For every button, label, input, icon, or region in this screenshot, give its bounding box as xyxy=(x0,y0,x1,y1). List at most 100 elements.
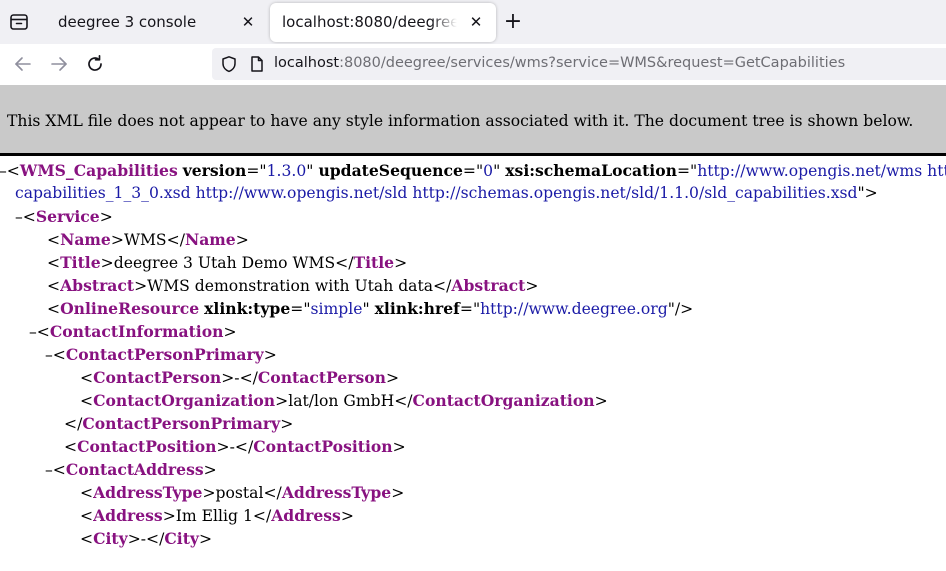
xml-tag-name: City xyxy=(93,529,128,548)
xml-document-tree: –<WMS_Capabilities version="1.3.0" updat… xyxy=(0,159,946,571)
collapse-toggle[interactable]: – xyxy=(0,162,7,180)
xml-punctuation: > xyxy=(203,461,217,479)
xml-line: –<ContactInformation> xyxy=(29,320,237,343)
tabs-list-icon[interactable] xyxy=(8,11,30,33)
close-tab-icon[interactable]: ✕ xyxy=(466,12,486,32)
xml-line: –<WMS_Capabilities version="1.3.0" updat… xyxy=(0,159,946,182)
xml-line: –<ContactAddress> xyxy=(45,458,217,481)
xml-punctuation: > xyxy=(162,507,176,525)
xml-punctuation: </ xyxy=(166,231,185,249)
xml-text-content: lat/lon GmbH xyxy=(288,392,395,410)
forward-arrow-icon[interactable] xyxy=(48,53,70,75)
xml-punctuation: < xyxy=(6,162,20,180)
reload-icon[interactable] xyxy=(84,53,106,75)
tab-deegree-console[interactable]: deegree 3 console ✕ xyxy=(42,0,268,44)
xml-tag-name: ContactOrganization xyxy=(93,391,276,410)
tab-title: localhost:8080/deegree/services/wms?serv… xyxy=(282,13,457,31)
xml-punctuation: " xyxy=(362,300,370,318)
xml-punctuation: </ xyxy=(335,254,354,272)
xml-line: <Abstract>WMS demonstration with Utah da… xyxy=(47,274,538,297)
close-tab-icon[interactable]: ✕ xyxy=(238,12,258,32)
xml-tag-name: City xyxy=(164,529,199,548)
xml-punctuation: < xyxy=(80,392,94,410)
collapse-toggle[interactable]: – xyxy=(29,323,37,341)
xml-line: <Title>deegree 3 Utah Demo WMS</Title> xyxy=(47,251,407,274)
xml-attribute-name: version xyxy=(182,161,247,180)
xml-attribute-value: http://www.opengis.net/wms http://schema… xyxy=(697,162,946,180)
xml-punctuation: </ xyxy=(234,438,254,456)
xml-tag-name: OnlineResource xyxy=(60,299,200,318)
xml-punctuation: =" xyxy=(246,162,267,180)
xml-punctuation: < xyxy=(47,231,61,249)
xml-punctuation: < xyxy=(47,277,61,295)
xml-tag-name: ContactPosition xyxy=(253,437,393,456)
tab-strip: deegree 3 console ✕ localhost:8080/deegr… xyxy=(0,0,946,44)
xml-punctuation: =" xyxy=(290,300,311,318)
xml-line: </ContactPersonPrimary> xyxy=(64,412,293,435)
back-arrow-icon[interactable] xyxy=(12,53,34,75)
xml-text-content: WMS demonstration with Utah data xyxy=(147,277,434,295)
xml-tag-name: ContactPersonPrimary xyxy=(65,345,264,364)
xml-punctuation: </ xyxy=(239,369,258,387)
xml-attribute-value: http://www.deegree.org xyxy=(480,300,668,318)
xml-attribute-value: simple xyxy=(310,300,363,318)
xml-punctuation: < xyxy=(80,530,94,548)
xml-punctuation: < xyxy=(22,208,36,226)
xml-punctuation: > xyxy=(202,484,216,502)
xml-punctuation: < xyxy=(47,254,61,272)
xml-punctuation: < xyxy=(47,300,61,318)
xml-line: <AddressType>postal</AddressType> xyxy=(80,481,404,504)
xml-attribute-name: updateSequence xyxy=(318,161,463,180)
collapse-toggle[interactable]: – xyxy=(45,346,53,364)
xml-punctuation: =" xyxy=(459,300,481,318)
xml-punctuation: < xyxy=(80,369,94,387)
xml-punctuation: > xyxy=(594,392,608,410)
xml-line: –<ContactPersonPrimary> xyxy=(45,343,277,366)
xml-punctuation: > xyxy=(280,415,294,433)
xml-tag-name: WMS_Capabilities xyxy=(19,161,178,180)
notice-text: This XML file does not appear to have an… xyxy=(7,112,914,130)
tab-capabilities[interactable]: localhost:8080/deegree/services/wms?serv… xyxy=(270,3,496,42)
xml-punctuation: > xyxy=(127,530,141,548)
xml-tag-name: AddressType xyxy=(93,483,203,502)
xml-tag-name: Address xyxy=(93,506,163,525)
xml-punctuation: < xyxy=(52,461,66,479)
xml-line: <Name>WMS</Name> xyxy=(47,228,249,251)
new-tab-button[interactable]: + xyxy=(502,11,524,33)
xml-line: <OnlineResource xlink:type="simple" xlin… xyxy=(47,297,693,320)
xml-text-content: postal xyxy=(215,484,264,502)
xml-style-notice: This XML file does not appear to have an… xyxy=(0,85,946,156)
xml-punctuation: > xyxy=(392,438,406,456)
xml-punctuation: < xyxy=(80,507,94,525)
xml-text-content: WMS xyxy=(123,231,167,249)
xml-punctuation: > xyxy=(134,277,148,295)
xml-punctuation: > xyxy=(110,231,124,249)
xml-tag-name: ContactPersonPrimary xyxy=(82,414,281,433)
xml-tag-name: Title xyxy=(60,253,101,272)
xml-punctuation: < xyxy=(36,323,50,341)
xml-punctuation: > xyxy=(394,254,408,272)
xml-punctuation: > xyxy=(340,507,354,525)
xml-punctuation: > xyxy=(386,369,400,387)
xml-punctuation: </ xyxy=(64,415,83,433)
page-info-icon[interactable] xyxy=(248,55,266,73)
xml-punctuation: > xyxy=(223,323,237,341)
xml-tag-name: ContactPerson xyxy=(257,368,387,387)
xml-tag-name: ContactInformation xyxy=(49,322,224,341)
xml-tag-name: AddressType xyxy=(281,483,392,502)
collapse-toggle[interactable]: – xyxy=(15,208,23,226)
collapse-toggle[interactable]: – xyxy=(45,461,53,479)
xml-punctuation: </ xyxy=(252,507,272,525)
xml-punctuation: > xyxy=(391,484,405,502)
xml-tag-name: Service xyxy=(35,207,100,226)
xml-punctuation: < xyxy=(52,346,66,364)
xml-line: capabilities_1_3_0.xsd http://www.opengi… xyxy=(15,182,878,205)
xml-line: <City>-</City> xyxy=(80,527,212,550)
xml-tag-name: Address xyxy=(271,506,341,525)
xml-tag-name: ContactPerson xyxy=(93,368,222,387)
xml-punctuation: > xyxy=(216,438,230,456)
xml-punctuation: > xyxy=(525,277,539,295)
address-bar[interactable]: localhost:8080/deegree/services/wms?serv… xyxy=(212,48,946,80)
xml-line: –<Service> xyxy=(15,205,113,228)
shield-icon[interactable] xyxy=(220,55,238,73)
